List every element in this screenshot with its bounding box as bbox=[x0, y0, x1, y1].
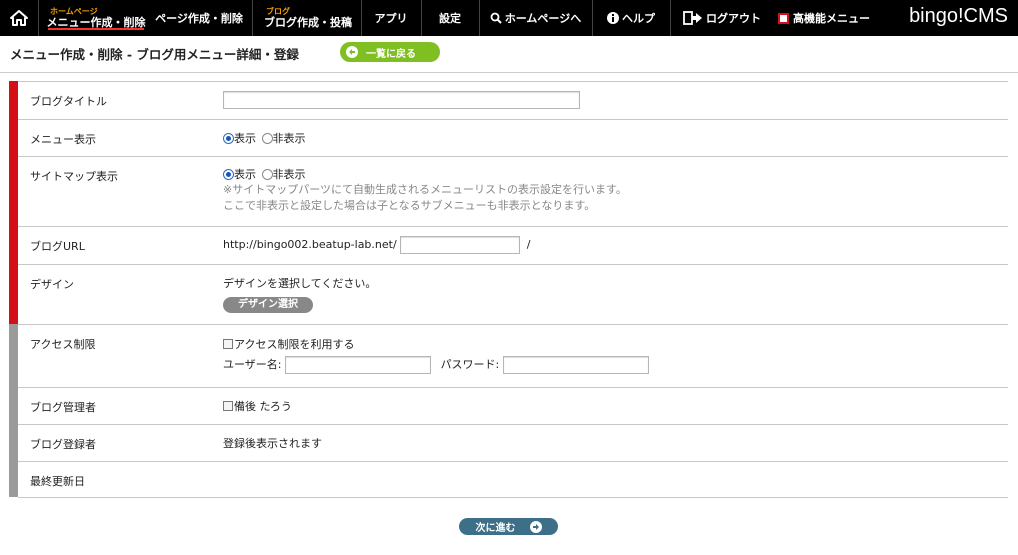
arrow-right-icon bbox=[529, 520, 542, 533]
nav-blog-create[interactable]: ブログ ブログ作成・投稿 bbox=[264, 0, 352, 36]
nav-label: ページ作成・削除 bbox=[155, 12, 243, 25]
nav-label: ブログ作成・投稿 bbox=[264, 16, 352, 29]
form-row-menu-display: メニュー表示 表示 非表示 bbox=[18, 119, 1008, 156]
radio-label: 非表示 bbox=[272, 132, 306, 145]
field-label: ブログ管理者 bbox=[30, 401, 96, 414]
form-row-admin: ブログ管理者 備後 たろう bbox=[18, 387, 1008, 424]
password-input[interactable] bbox=[502, 356, 649, 374]
design-instruction: デザインを選択してください。 bbox=[223, 277, 377, 290]
field-label: ブログURL bbox=[30, 240, 85, 253]
nav-sub-label: ブログ bbox=[266, 7, 290, 16]
home-button[interactable] bbox=[0, 0, 38, 36]
home-icon bbox=[10, 10, 28, 26]
blog-url-input[interactable] bbox=[400, 236, 521, 254]
nav-label: 設定 bbox=[439, 11, 461, 25]
blog-title-input[interactable] bbox=[223, 91, 580, 109]
form-row-design: デザイン デザインを選択してください。 デザイン選択 bbox=[18, 264, 1008, 324]
nav-label: アプリ bbox=[374, 11, 408, 25]
nav-label: ヘルプ bbox=[622, 11, 655, 25]
divider bbox=[0, 72, 1018, 73]
form-row-blog-title: ブログタイトル bbox=[18, 81, 1008, 119]
password-label: パスワード: bbox=[440, 358, 500, 371]
radio-label: 非表示 bbox=[272, 168, 306, 181]
username-input[interactable] bbox=[285, 356, 431, 374]
url-prefix: http://bingo002.beatup-lab.net/ bbox=[223, 238, 397, 251]
arrow-left-icon bbox=[346, 46, 358, 58]
divider bbox=[18, 497, 1008, 498]
help-text: ここで非表示と設定した場合は子となるサブメニューも非表示となります。 bbox=[223, 199, 596, 212]
field-label: デザイン bbox=[30, 278, 74, 291]
top-nav: ホームページ メニュー作成・削除 ページ作成・削除 ブログ ブログ作成・投稿 ア… bbox=[0, 0, 1018, 36]
checkbox-label: アクセス制限を利用する bbox=[234, 338, 355, 351]
help-text: ※サイトマップパーツにて自動生成されるメニューリストの表示設定を行います。 bbox=[223, 183, 627, 196]
menu-display-show-radio[interactable] bbox=[223, 133, 234, 144]
optional-section-bar bbox=[9, 324, 18, 497]
back-to-list-button[interactable]: 一覧に戻る bbox=[340, 42, 440, 62]
brand-logo: bingo!CMS bbox=[909, 5, 1008, 27]
nav-logout[interactable]: ログアウト bbox=[676, 0, 768, 36]
radio-label: 表示 bbox=[234, 168, 256, 181]
search-icon bbox=[490, 12, 502, 24]
username-label: ユーザー名: bbox=[223, 358, 282, 371]
nav-page-create[interactable]: ページ作成・削除 bbox=[154, 0, 244, 36]
required-section-bar bbox=[9, 81, 18, 324]
field-label: サイトマップ表示 bbox=[30, 170, 118, 183]
sitemap-hide-radio[interactable] bbox=[261, 169, 273, 180]
nav-menu-create[interactable]: ホームページ メニュー作成・削除 bbox=[47, 0, 146, 36]
url-suffix: / bbox=[526, 238, 531, 251]
field-label: 最終更新日 bbox=[30, 475, 85, 488]
next-button[interactable]: 次に進む bbox=[459, 518, 558, 535]
radio-label: 表示 bbox=[234, 132, 256, 145]
field-label: ブログタイトル bbox=[30, 95, 107, 108]
menu-display-hide-radio[interactable] bbox=[261, 133, 273, 144]
select-design-button[interactable]: デザイン選択 bbox=[223, 297, 313, 313]
nav-apps[interactable]: アプリ bbox=[361, 0, 421, 36]
nav-sub-label: ホームページ bbox=[50, 7, 98, 16]
active-tab-indicator bbox=[48, 28, 144, 30]
nav-label: 高機能メニュー bbox=[793, 11, 870, 25]
sitemap-show-radio[interactable] bbox=[223, 169, 234, 180]
admin-checkbox[interactable] bbox=[223, 401, 233, 411]
registrant-value: 登録後表示されます bbox=[223, 437, 322, 450]
form-row-access: アクセス制限 アクセス制限を利用する ユーザー名: パスワード: bbox=[18, 324, 1008, 387]
form-row-blog-url: ブログURL http://bingo002.beatup-lab.net/ / bbox=[18, 226, 1008, 264]
form-row-sitemap-display: サイトマップ表示 表示 非表示 ※サイトマップパーツにて自動生成されるメニューリ… bbox=[18, 156, 1008, 226]
advanced-menu-icon bbox=[778, 12, 789, 24]
nav-advanced-menu[interactable]: 高機能メニュー bbox=[774, 0, 874, 36]
nav-view-homepage[interactable]: ホームページへ bbox=[479, 0, 592, 36]
page-title: メニュー作成・削除 - ブログ用メニュー詳細・登録 bbox=[10, 47, 299, 62]
field-label: アクセス制限 bbox=[30, 338, 96, 351]
form-row-registrant: ブログ登録者 登録後表示されます bbox=[18, 424, 1008, 461]
form-row-last-updated: 最終更新日 bbox=[18, 461, 1008, 497]
access-restrict-checkbox[interactable] bbox=[223, 339, 233, 349]
field-label: メニュー表示 bbox=[30, 133, 96, 146]
nav-settings[interactable]: 設定 bbox=[421, 0, 479, 36]
field-label: ブログ登録者 bbox=[30, 438, 96, 451]
nav-label: ホームページへ bbox=[504, 11, 582, 25]
checkbox-label: 備後 たろう bbox=[234, 400, 292, 413]
next-label: 次に進む bbox=[475, 523, 516, 534]
logout-icon bbox=[683, 11, 702, 25]
info-icon bbox=[607, 12, 619, 24]
back-to-list-label: 一覧に戻る bbox=[366, 48, 416, 60]
nav-label: ログアウト bbox=[706, 11, 761, 25]
nav-help[interactable]: ヘルプ bbox=[592, 0, 670, 36]
